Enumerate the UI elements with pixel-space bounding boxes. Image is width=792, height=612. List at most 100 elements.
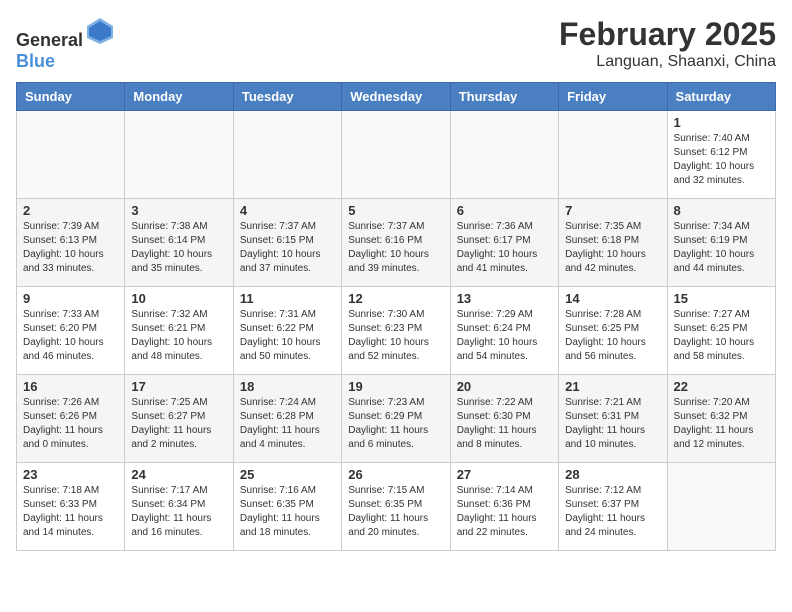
day-info: Sunrise: 7:14 AM Sunset: 6:36 PM Dayligh… [457, 484, 552, 540]
day-number: 23 [23, 467, 118, 482]
day-info: Sunrise: 7:25 AM Sunset: 6:27 PM Dayligh… [131, 396, 226, 452]
calendar-day-cell: 24 Sunrise: 7:17 AM Sunset: 6:34 PM Dayli… [125, 463, 233, 551]
day-info: Sunrise: 7:36 AM Sunset: 6:17 PM Dayligh… [457, 220, 552, 276]
calendar-day-cell: 26 Sunrise: 7:15 AM Sunset: 6:35 PM Dayli… [342, 463, 450, 551]
day-number: 26 [348, 467, 443, 482]
day-number: 14 [565, 291, 660, 306]
calendar-day-cell [450, 111, 558, 199]
page-header: General Blue February 2025 Languan, Shaa… [16, 16, 776, 72]
day-number: 20 [457, 379, 552, 394]
day-number: 8 [674, 203, 769, 218]
calendar-day-cell: 9Sunrise: 7:33 AM Sunset: 6:20 PM Daylig… [17, 287, 125, 375]
day-number: 16 [23, 379, 118, 394]
calendar-week-row: 9Sunrise: 7:33 AM Sunset: 6:20 PM Daylig… [17, 287, 776, 375]
day-number: 10 [131, 291, 226, 306]
calendar-day-cell: 25 Sunrise: 7:16 AM Sunset: 6:35 PM Dayli… [233, 463, 341, 551]
day-info: Sunrise: 7:24 AM Sunset: 6:28 PM Dayligh… [240, 396, 335, 452]
calendar-table: SundayMondayTuesdayWednesdayThursdayFrid… [16, 82, 776, 551]
calendar-day-cell: 4 Sunrise: 7:37 AM Sunset: 6:15 PM Daylig… [233, 199, 341, 287]
calendar-day-cell: 5Sunrise: 7:37 AM Sunset: 6:16 PM Daylig… [342, 199, 450, 287]
calendar-day-cell: 14 Sunrise: 7:28 AM Sunset: 6:25 PM Dayli… [559, 287, 667, 375]
calendar-day-cell: 13Sunrise: 7:29 AM Sunset: 6:24 PM Dayli… [450, 287, 558, 375]
day-number: 7 [565, 203, 660, 218]
weekday-header: Monday [125, 83, 233, 111]
day-info: Sunrise: 7:12 AM Sunset: 6:37 PM Dayligh… [565, 484, 660, 540]
calendar-day-cell: 18 Sunrise: 7:24 AM Sunset: 6:28 PM Dayli… [233, 375, 341, 463]
calendar-day-cell: 3Sunrise: 7:38 AM Sunset: 6:14 PM Daylig… [125, 199, 233, 287]
calendar-day-cell [667, 463, 775, 551]
day-number: 19 [348, 379, 443, 394]
day-info: Sunrise: 7:38 AM Sunset: 6:14 PM Dayligh… [131, 220, 226, 276]
calendar-day-cell: 6 Sunrise: 7:36 AM Sunset: 6:17 PM Daylig… [450, 199, 558, 287]
day-number: 12 [348, 291, 443, 306]
calendar-day-cell [233, 111, 341, 199]
calendar-header-row: SundayMondayTuesdayWednesdayThursdayFrid… [17, 83, 776, 111]
calendar-day-cell: 15 Sunrise: 7:27 AM Sunset: 6:25 PM Dayli… [667, 287, 775, 375]
calendar-day-cell: 7 Sunrise: 7:35 AM Sunset: 6:18 PM Daylig… [559, 199, 667, 287]
day-info: Sunrise: 7:31 AM Sunset: 6:22 PM Dayligh… [240, 308, 335, 364]
day-info: Sunrise: 7:27 AM Sunset: 6:25 PM Dayligh… [674, 308, 769, 364]
day-info: Sunrise: 7:28 AM Sunset: 6:25 PM Dayligh… [565, 308, 660, 364]
day-info: Sunrise: 7:35 AM Sunset: 6:18 PM Dayligh… [565, 220, 660, 276]
day-number: 17 [131, 379, 226, 394]
weekday-header: Saturday [667, 83, 775, 111]
calendar-day-cell: 23 Sunrise: 7:18 AM Sunset: 6:33 PM Dayli… [17, 463, 125, 551]
day-number: 15 [674, 291, 769, 306]
day-number: 25 [240, 467, 335, 482]
day-number: 11 [240, 291, 335, 306]
logo-text: General Blue [16, 16, 115, 72]
calendar-day-cell: 11 Sunrise: 7:31 AM Sunset: 6:22 PM Dayli… [233, 287, 341, 375]
weekday-header: Sunday [17, 83, 125, 111]
day-info: Sunrise: 7:20 AM Sunset: 6:32 PM Dayligh… [674, 396, 769, 452]
calendar-day-cell: 2 Sunrise: 7:39 AM Sunset: 6:13 PM Daylig… [17, 199, 125, 287]
day-info: Sunrise: 7:22 AM Sunset: 6:30 PM Dayligh… [457, 396, 552, 452]
weekday-header: Friday [559, 83, 667, 111]
weekday-header: Tuesday [233, 83, 341, 111]
weekday-header: Wednesday [342, 83, 450, 111]
day-info: Sunrise: 7:39 AM Sunset: 6:13 PM Dayligh… [23, 220, 118, 276]
day-info: Sunrise: 7:16 AM Sunset: 6:35 PM Dayligh… [240, 484, 335, 540]
day-number: 6 [457, 203, 552, 218]
logo-blue: Blue [16, 51, 55, 71]
calendar-day-cell: 16 Sunrise: 7:26 AM Sunset: 6:26 PM Dayli… [17, 375, 125, 463]
day-info: Sunrise: 7:18 AM Sunset: 6:33 PM Dayligh… [23, 484, 118, 540]
day-number: 18 [240, 379, 335, 394]
calendar-week-row: 23 Sunrise: 7:18 AM Sunset: 6:33 PM Dayli… [17, 463, 776, 551]
calendar-day-cell [125, 111, 233, 199]
day-number: 1 [674, 115, 769, 130]
day-info: Sunrise: 7:29 AM Sunset: 6:24 PM Dayligh… [457, 308, 552, 364]
calendar-subtitle: Languan, Shaanxi, China [559, 53, 776, 71]
day-info: Sunrise: 7:32 AM Sunset: 6:21 PM Dayligh… [131, 308, 226, 364]
day-info: Sunrise: 7:26 AM Sunset: 6:26 PM Dayligh… [23, 396, 118, 452]
calendar-day-cell [17, 111, 125, 199]
logo-general: General [16, 30, 83, 50]
day-info: Sunrise: 7:15 AM Sunset: 6:35 PM Dayligh… [348, 484, 443, 540]
calendar-day-cell: 1Sunrise: 7:40 AM Sunset: 6:12 PM Daylig… [667, 111, 775, 199]
calendar-day-cell: 12 Sunrise: 7:30 AM Sunset: 6:23 PM Dayli… [342, 287, 450, 375]
calendar-day-cell: 17 Sunrise: 7:25 AM Sunset: 6:27 PM Dayli… [125, 375, 233, 463]
calendar-day-cell [342, 111, 450, 199]
calendar-day-cell: 27 Sunrise: 7:14 AM Sunset: 6:36 PM Dayli… [450, 463, 558, 551]
calendar-day-cell: 10 Sunrise: 7:32 AM Sunset: 6:21 PM Dayli… [125, 287, 233, 375]
calendar-day-cell: 28 Sunrise: 7:12 AM Sunset: 6:37 PM Dayli… [559, 463, 667, 551]
day-info: Sunrise: 7:23 AM Sunset: 6:29 PM Dayligh… [348, 396, 443, 452]
calendar-week-row: 1Sunrise: 7:40 AM Sunset: 6:12 PM Daylig… [17, 111, 776, 199]
day-info: Sunrise: 7:17 AM Sunset: 6:34 PM Dayligh… [131, 484, 226, 540]
weekday-header: Thursday [450, 83, 558, 111]
day-number: 21 [565, 379, 660, 394]
calendar-title: February 2025 [559, 16, 776, 53]
day-info: Sunrise: 7:21 AM Sunset: 6:31 PM Dayligh… [565, 396, 660, 452]
day-number: 27 [457, 467, 552, 482]
day-number: 28 [565, 467, 660, 482]
day-info: Sunrise: 7:37 AM Sunset: 6:15 PM Dayligh… [240, 220, 335, 276]
calendar-week-row: 16 Sunrise: 7:26 AM Sunset: 6:26 PM Dayli… [17, 375, 776, 463]
calendar-day-cell: 19 Sunrise: 7:23 AM Sunset: 6:29 PM Dayli… [342, 375, 450, 463]
day-number: 2 [23, 203, 118, 218]
calendar-day-cell: 22Sunrise: 7:20 AM Sunset: 6:32 PM Dayli… [667, 375, 775, 463]
day-number: 4 [240, 203, 335, 218]
day-info: Sunrise: 7:30 AM Sunset: 6:23 PM Dayligh… [348, 308, 443, 364]
calendar-day-cell: 8Sunrise: 7:34 AM Sunset: 6:19 PM Daylig… [667, 199, 775, 287]
logo-icon [85, 16, 115, 46]
title-block: February 2025 Languan, Shaanxi, China [559, 16, 776, 71]
day-number: 24 [131, 467, 226, 482]
